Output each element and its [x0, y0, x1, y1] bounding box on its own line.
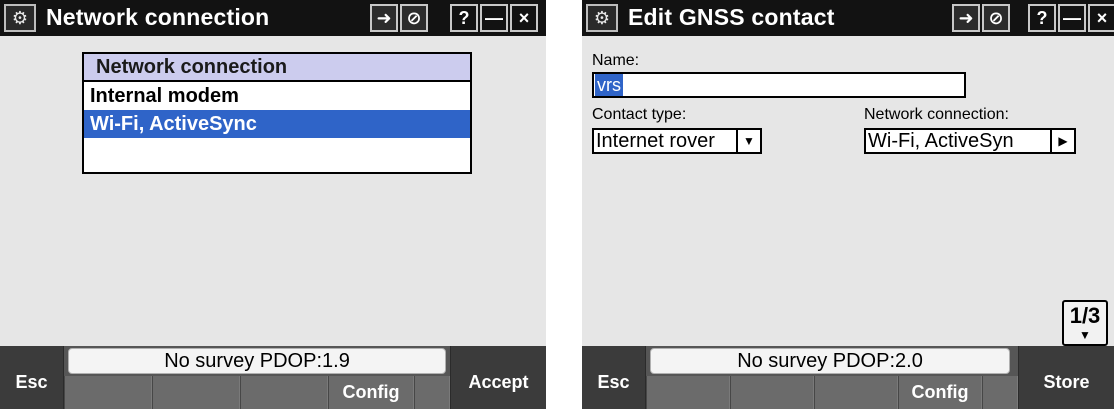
- close-icon[interactable]: ×: [510, 4, 538, 32]
- list-item-internal-modem[interactable]: Internal modem: [84, 82, 470, 110]
- contact-type-value: Internet rover: [594, 130, 738, 152]
- forward-arrow-icon[interactable]: ➜: [952, 4, 980, 32]
- name-label: Name:: [592, 52, 640, 69]
- list-header: Network connection: [84, 54, 470, 82]
- chevron-right-icon[interactable]: ▶: [1052, 130, 1074, 152]
- softkey-1[interactable]: [64, 376, 152, 409]
- minimize-icon[interactable]: —: [480, 4, 508, 32]
- network-connection-list: Network connection Internal modem Wi-Fi,…: [82, 52, 472, 174]
- softkey-2[interactable]: [152, 376, 240, 409]
- accept-button[interactable]: Accept: [450, 346, 546, 409]
- esc-button[interactable]: Esc: [0, 346, 64, 409]
- contact-type-label: Contact type:: [592, 106, 687, 123]
- store-button[interactable]: Store: [1018, 346, 1114, 409]
- config-button[interactable]: Config: [328, 376, 414, 409]
- window-title: Network connection: [46, 4, 270, 30]
- softkey-3[interactable]: [240, 376, 328, 409]
- title-bar: ⚙ Edit GNSS contact ➜ ⊘ ? — ×: [582, 0, 1114, 36]
- network-connection-selector[interactable]: Wi-Fi, ActiveSyn ▶: [864, 128, 1076, 154]
- network-connection-label: Network connection:: [864, 106, 1009, 123]
- softkey-2[interactable]: [730, 376, 814, 409]
- window-title: Edit GNSS contact: [628, 4, 835, 30]
- softkey-1[interactable]: [646, 376, 730, 409]
- config-button[interactable]: Config: [898, 376, 982, 409]
- network-connection-screen: ⚙ Network connection ➜ ⊘ ? — × Network c…: [0, 0, 546, 409]
- footer-bar: Esc No survey PDOP:2.0 Config Store: [582, 346, 1114, 409]
- help-icon[interactable]: ?: [1028, 4, 1056, 32]
- status-bar: No survey PDOP:1.9: [68, 348, 446, 374]
- softkey-3[interactable]: [814, 376, 898, 409]
- name-input[interactable]: vrs: [592, 72, 966, 98]
- list-item-wifi-activesync[interactable]: Wi-Fi, ActiveSync: [84, 110, 470, 138]
- app-logo-icon[interactable]: ⚙: [586, 4, 618, 32]
- chevron-down-icon[interactable]: ▼: [738, 130, 760, 152]
- app-logo-icon[interactable]: ⚙: [4, 4, 36, 32]
- name-input-value: vrs: [595, 74, 623, 96]
- network-connection-value: Wi-Fi, ActiveSyn: [866, 130, 1052, 152]
- contact-type-dropdown[interactable]: Internet rover ▼: [592, 128, 762, 154]
- page-number: 1/3: [1069, 303, 1101, 328]
- status-bar: No survey PDOP:2.0: [650, 348, 1010, 374]
- title-bar: ⚙ Network connection ➜ ⊘ ? — ×: [0, 0, 546, 36]
- page-down-icon: ▼: [1079, 328, 1091, 342]
- esc-button[interactable]: Esc: [582, 346, 646, 409]
- help-icon[interactable]: ?: [450, 4, 478, 32]
- softkey-5[interactable]: [982, 376, 1018, 409]
- disable-icon[interactable]: ⊘: [982, 4, 1010, 32]
- minimize-icon[interactable]: —: [1058, 4, 1086, 32]
- edit-gnss-contact-screen: ⚙ Edit GNSS contact ➜ ⊘ ? — × Name: vrs …: [582, 0, 1114, 409]
- close-icon[interactable]: ×: [1088, 4, 1114, 32]
- footer-bar: Esc No survey PDOP:1.9 Config Accept: [0, 346, 546, 409]
- page-indicator[interactable]: 1/3 ▼: [1062, 300, 1108, 346]
- softkey-5[interactable]: [414, 376, 450, 409]
- disable-icon[interactable]: ⊘: [400, 4, 428, 32]
- forward-arrow-icon[interactable]: ➜: [370, 4, 398, 32]
